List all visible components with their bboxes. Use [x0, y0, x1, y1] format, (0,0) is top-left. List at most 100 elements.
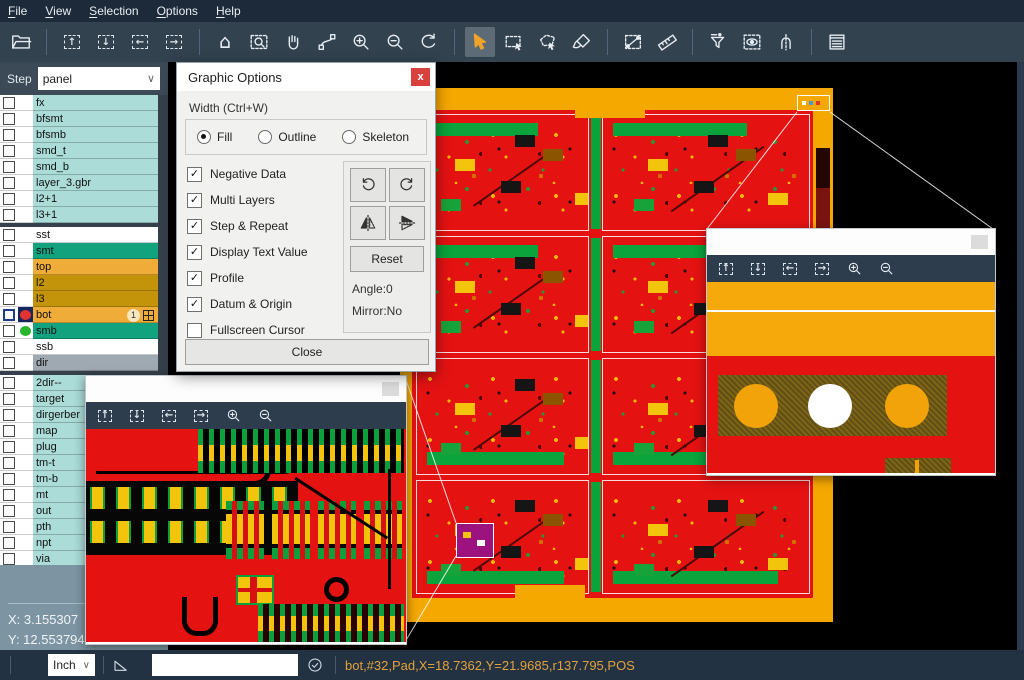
- layer-checkbox[interactable]: [3, 425, 15, 437]
- layer-row-l2+1[interactable]: l2+1: [0, 191, 168, 207]
- window-button[interactable]: [971, 235, 988, 249]
- layer-label[interactable]: smd_t: [33, 143, 158, 159]
- layer-visibility-cell[interactable]: [0, 159, 18, 175]
- open-folder-button[interactable]: [6, 27, 36, 57]
- menu-item-view[interactable]: View: [45, 4, 71, 18]
- layer-visibility-cell[interactable]: [0, 355, 18, 371]
- layer-visibility-cell[interactable]: [0, 391, 18, 407]
- select-pointer-button[interactable]: [465, 27, 495, 57]
- pan-hand-button[interactable]: [278, 27, 308, 57]
- layer-visibility-cell[interactable]: [0, 471, 18, 487]
- mirror-horizontal-button[interactable]: [350, 206, 386, 240]
- zoom-previous-button[interactable]: [414, 27, 444, 57]
- magnifier-viewport[interactable]: [707, 282, 995, 473]
- layer-checkbox[interactable]: [3, 193, 15, 205]
- pan-down-button[interactable]: ↓: [748, 259, 768, 279]
- ruler-button[interactable]: [652, 27, 682, 57]
- checkbox-display-text-value[interactable]: ✓Display Text Value: [187, 239, 308, 265]
- layer-label[interactable]: sst: [33, 227, 158, 243]
- layer-row-l3[interactable]: l3: [0, 291, 168, 307]
- layer-visibility-cell[interactable]: [0, 487, 18, 503]
- layer-checkbox[interactable]: [3, 393, 15, 405]
- layer-checkbox[interactable]: [3, 145, 15, 157]
- refresh-check-icon[interactable]: [306, 650, 324, 680]
- layer-visibility-cell[interactable]: [0, 455, 18, 471]
- layer-visibility-cell[interactable]: [0, 243, 18, 259]
- layer-row-smb[interactable]: smb: [0, 323, 168, 339]
- layer-label[interactable]: layer_3.gbr: [33, 175, 158, 191]
- layer-row-layer_3.gbr[interactable]: layer_3.gbr: [0, 175, 168, 191]
- zoom-out-button[interactable]: [255, 406, 275, 426]
- pan-right-button[interactable]: →: [812, 259, 832, 279]
- layer-row-smt[interactable]: smt: [0, 243, 168, 259]
- select-polygon-button[interactable]: [533, 27, 563, 57]
- dialog-titlebar[interactable]: Graphic Options x: [177, 63, 435, 91]
- zoom-in-button[interactable]: [346, 27, 376, 57]
- layer-checkbox[interactable]: [3, 113, 15, 125]
- snap-button[interactable]: [771, 27, 801, 57]
- layer-visibility-cell[interactable]: [0, 111, 18, 127]
- radio-fill[interactable]: Fill: [197, 130, 232, 144]
- layer-label[interactable]: smb: [33, 323, 158, 339]
- pan-left-button[interactable]: ←: [780, 259, 800, 279]
- layer-label[interactable]: l2+1: [33, 191, 158, 207]
- layer-label[interactable]: ssb: [33, 339, 158, 355]
- view-options-button[interactable]: [737, 27, 767, 57]
- pan-down-button[interactable]: ↓: [127, 406, 147, 426]
- layer-checkbox[interactable]: [3, 177, 15, 189]
- layer-label[interactable]: dir: [33, 355, 158, 371]
- layer-checkbox[interactable]: [3, 161, 15, 173]
- layer-label[interactable]: bot1: [33, 307, 158, 323]
- layer-visibility-cell[interactable]: [0, 423, 18, 439]
- layer-visibility-cell[interactable]: [0, 127, 18, 143]
- layer-visibility-cell[interactable]: [0, 259, 18, 275]
- zoom-in-button[interactable]: [223, 406, 243, 426]
- mirror-vertical-button[interactable]: [389, 206, 425, 240]
- layer-visibility-cell[interactable]: [0, 207, 18, 223]
- checkbox-step-repeat[interactable]: ✓Step & Repeat: [187, 213, 308, 239]
- layer-label[interactable]: l3: [33, 291, 158, 307]
- layer-label[interactable]: l3+1: [33, 207, 158, 223]
- layer-checkbox[interactable]: [3, 229, 15, 241]
- layer-visibility-cell[interactable]: [0, 375, 18, 391]
- measure-path-button[interactable]: [312, 27, 342, 57]
- layer-visibility-cell[interactable]: [0, 95, 18, 111]
- checkbox-datum-origin[interactable]: ✓Datum & Origin: [187, 291, 308, 317]
- step-select[interactable]: panel ∨: [38, 67, 160, 90]
- zoom-window-button[interactable]: [244, 27, 274, 57]
- pan-up-button[interactable]: ↑: [716, 259, 736, 279]
- pan-right-button[interactable]: →: [191, 406, 211, 426]
- layer-checkbox[interactable]: [3, 553, 15, 565]
- zoom-out-button[interactable]: [380, 27, 410, 57]
- filter-button[interactable]: [703, 27, 733, 57]
- reset-button[interactable]: Reset: [350, 246, 424, 272]
- layer-checkbox[interactable]: [3, 209, 15, 221]
- menu-item-selection[interactable]: Selection: [89, 4, 138, 18]
- layer-row-smd_b[interactable]: smd_b: [0, 159, 168, 175]
- layer-checkbox[interactable]: [3, 537, 15, 549]
- layer-checkbox[interactable]: [3, 325, 15, 337]
- close-icon[interactable]: x: [411, 68, 430, 86]
- layer-row-bot[interactable]: bot1: [0, 307, 168, 323]
- layer-row-ssb[interactable]: ssb: [0, 339, 168, 355]
- paint-brush-button[interactable]: [567, 27, 597, 57]
- layer-label[interactable]: top: [33, 259, 158, 275]
- layer-label[interactable]: bfsmt: [33, 111, 158, 127]
- home-view-button[interactable]: ⌂: [210, 27, 240, 57]
- pan-right-button[interactable]: →: [159, 27, 189, 57]
- magnifier-titlebar[interactable]: [86, 376, 406, 402]
- layer-checkbox[interactable]: [3, 457, 15, 469]
- layer-visibility-cell[interactable]: [0, 291, 18, 307]
- pan-down-button[interactable]: ↓: [91, 27, 121, 57]
- pan-up-button[interactable]: ↑: [57, 27, 87, 57]
- layer-checkbox[interactable]: [3, 377, 15, 389]
- layer-visibility-cell[interactable]: [0, 175, 18, 191]
- layer-checkbox[interactable]: [3, 409, 15, 421]
- pan-left-button[interactable]: ←: [125, 27, 155, 57]
- checkbox-profile[interactable]: ✓Profile: [187, 265, 308, 291]
- layer-checkbox[interactable]: [3, 505, 15, 517]
- layer-visibility-cell[interactable]: [0, 307, 18, 323]
- layer-visibility-cell[interactable]: [0, 323, 18, 339]
- layer-row-l2[interactable]: l2: [0, 275, 168, 291]
- layer-checkbox[interactable]: [3, 293, 15, 305]
